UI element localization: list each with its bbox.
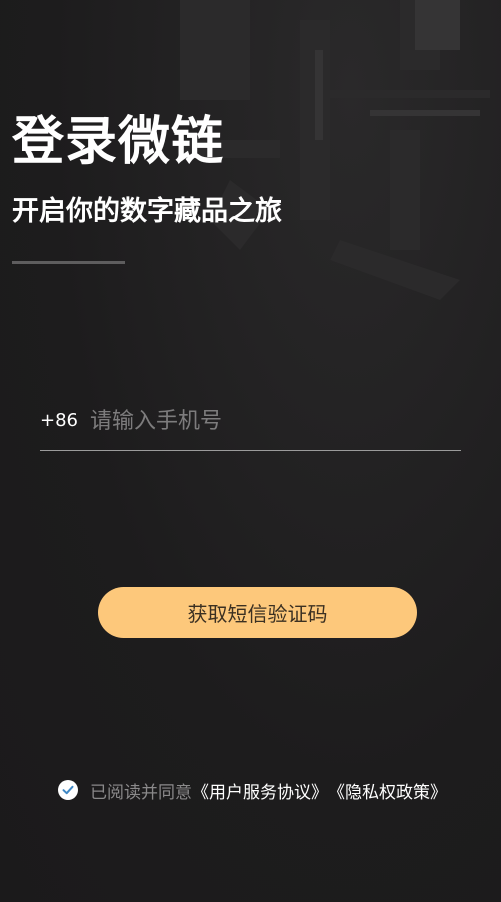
privacy-policy-link[interactable]: 《隐私权政策》 xyxy=(328,778,447,803)
phone-field-row: +86 xyxy=(40,392,461,451)
agreement-prefix: 已阅读并同意 xyxy=(90,782,192,803)
title-divider xyxy=(12,261,125,264)
page-subtitle: 开启你的数字藏品之旅 xyxy=(12,196,282,227)
agreement-row: 已阅读并同意 《用户服务协议》 《隐私权政策》 xyxy=(58,776,447,804)
page-title: 登录微链 xyxy=(12,112,225,172)
login-screen: 登录微链 开启你的数字藏品之旅 +86 获取短信验证码 已阅读并同意 《用户服务… xyxy=(0,0,501,902)
check-circle-icon[interactable] xyxy=(58,780,78,800)
country-code[interactable]: +86 xyxy=(40,399,90,443)
user-agreement-link[interactable]: 《用户服务协议》 xyxy=(192,778,328,803)
phone-input[interactable] xyxy=(90,399,461,443)
get-sms-code-button[interactable]: 获取短信验证码 xyxy=(98,587,417,638)
